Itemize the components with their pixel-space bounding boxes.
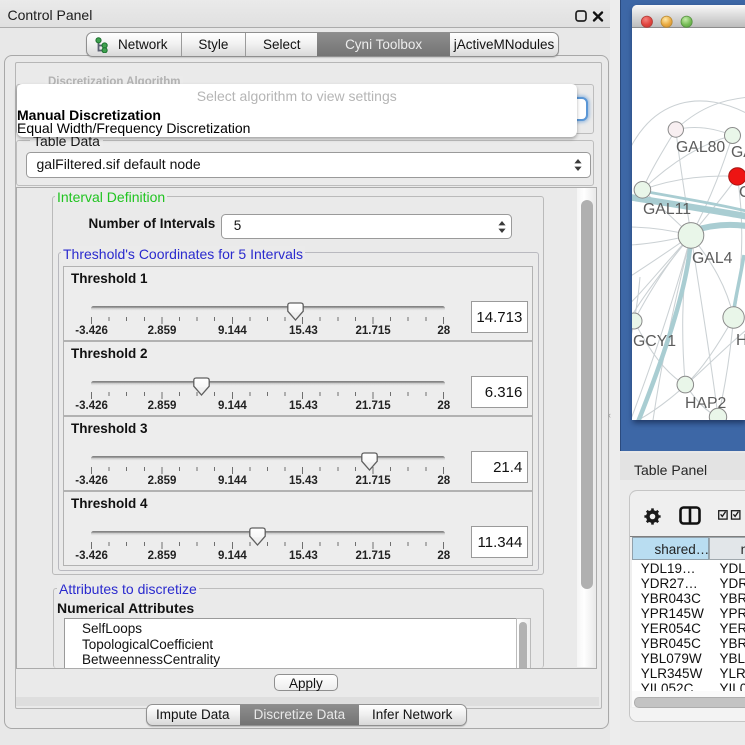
- svg-text:C: C: [739, 184, 745, 201]
- svg-text:HAP2: HAP2: [685, 395, 726, 412]
- svg-text:GAL80: GAL80: [676, 139, 725, 156]
- svg-text:GA: GA: [731, 144, 745, 161]
- svg-text:GAL11: GAL11: [643, 201, 691, 218]
- svg-text:H: H: [736, 332, 745, 349]
- svg-text:GCY1: GCY1: [633, 333, 676, 350]
- svg-text:GAL4: GAL4: [692, 250, 733, 267]
